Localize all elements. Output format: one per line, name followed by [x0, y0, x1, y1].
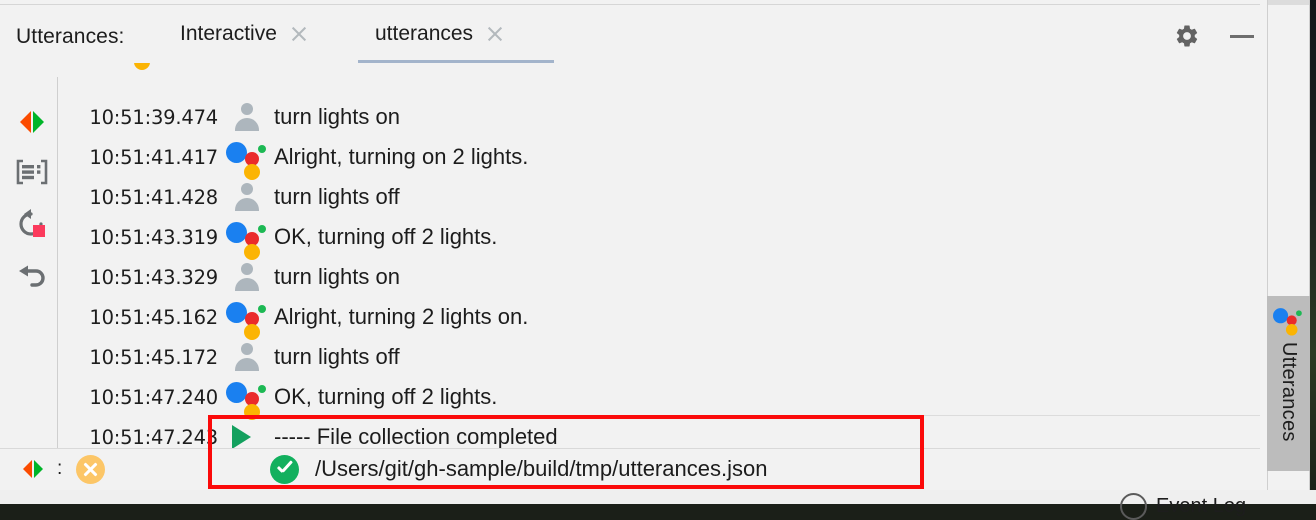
row-timestamp: 10:51:47.243 — [89, 425, 218, 449]
google-assistant-icon — [218, 377, 274, 420]
event-log-label: Event Log — [1156, 495, 1247, 517]
console-output[interactable]: 10:51:39.474 turn lights on 10:51:41.417… — [58, 63, 1260, 448]
gear-icon[interactable] — [1174, 23, 1200, 49]
list-item[interactable]: 10:51:45.162 Alright, turning 2 lights o… — [58, 297, 1260, 340]
stripe-top-edge — [1267, 0, 1310, 5]
row-text: Alright, turning on 2 lights. — [274, 144, 529, 169]
orange-x-circle-icon[interactable] — [76, 455, 105, 484]
minimize-bar — [1230, 35, 1254, 38]
tab-utterances[interactable]: utterances — [375, 5, 504, 63]
row-timestamp: 10:51:45.172 — [89, 345, 218, 369]
person-icon — [218, 97, 274, 137]
row-text: turn lights on — [274, 264, 400, 289]
tab-interactive[interactable]: Interactive — [180, 5, 308, 63]
row-timestamp: 10:51:41.428 — [89, 185, 218, 209]
row-timestamp: 10:51:39.474 — [89, 105, 218, 129]
tab-utterances-label: utterances — [375, 22, 474, 45]
row-text: turn lights on — [274, 104, 400, 129]
rerun-with-stop-icon[interactable] — [11, 203, 53, 245]
list-item[interactable]: 10:51:45.172 turn lights off — [58, 337, 1260, 377]
sidebar-item-label: Utterances — [1278, 342, 1300, 442]
row-timestamp: 10:51:45.162 — [89, 305, 218, 329]
sidebar-item-utterances[interactable]: Utterances — [1267, 296, 1310, 471]
google-assistant-icon — [218, 217, 274, 260]
console-body: 10:51:39.474 turn lights on 10:51:41.417… — [0, 63, 1260, 449]
tool-window-title: Utterances: — [16, 25, 125, 48]
result-file-row[interactable]: /Users/git/gh-sample/build/tmp/utterance… — [270, 449, 767, 489]
close-icon[interactable] — [486, 25, 504, 43]
minimize-icon[interactable] — [1228, 23, 1254, 49]
google-assistant-icon — [218, 137, 274, 180]
close-icon[interactable] — [290, 25, 308, 43]
screen: Utterances: Interactive utterances 10:51… — [0, 0, 1316, 520]
circle-icon — [1120, 493, 1147, 520]
list-item[interactable]: 10:51:41.428 turn lights off — [58, 177, 1260, 217]
row-text: ----- File collection completed — [274, 424, 558, 448]
outer-bottom-strip — [0, 490, 1316, 504]
row-text: OK, turning off 2 lights. — [274, 384, 498, 409]
row-timestamp: 10:51:41.417 — [89, 145, 218, 169]
row-timestamp: 10:51:47.240 — [89, 385, 218, 409]
left-toolbar — [0, 63, 58, 448]
status-separator: : — [57, 458, 63, 479]
undo-arrow-icon[interactable] — [11, 257, 53, 299]
list-item[interactable]: 10:51:39.474 turn lights on — [58, 97, 1260, 137]
row-text: turn lights off — [274, 344, 400, 369]
left-right-arrows-icon[interactable] — [11, 101, 53, 143]
tab-interactive-label: Interactive — [180, 22, 277, 45]
google-assistant-icon — [218, 297, 274, 340]
row-text: Alright, turning 2 lights on. — [274, 304, 529, 329]
row-text: OK, turning off 2 lights. — [274, 224, 498, 249]
left-right-arrows-icon[interactable] — [20, 458, 46, 480]
row-timestamp: 10:51:43.319 — [89, 225, 218, 249]
event-log-button[interactable]: Event Log — [1120, 493, 1246, 520]
person-icon — [218, 257, 274, 297]
list-item[interactable]: 10:51:47.243 ----- File collection compl… — [58, 417, 1260, 448]
console-brackets-icon[interactable] — [11, 151, 53, 193]
list-item[interactable]: 10:51:47.240 OK, turning off 2 lights. — [58, 377, 1260, 420]
list-item[interactable]: 10:51:41.417 Alright, turning on 2 light… — [58, 137, 1260, 180]
check-circle-icon — [270, 454, 299, 484]
row-separator — [208, 415, 1260, 416]
utterances-tool-window: Utterances: Interactive utterances 10:51… — [0, 0, 1267, 504]
person-icon — [218, 177, 274, 217]
row-text: turn lights off — [274, 184, 400, 209]
person-icon — [218, 337, 274, 377]
partial-assistant-dot-icon — [134, 63, 150, 70]
list-item[interactable]: 10:51:43.319 OK, turning off 2 lights. — [58, 217, 1260, 260]
tab-bar: Utterances: Interactive utterances — [0, 4, 1260, 65]
play-triangle-icon — [218, 417, 274, 448]
row-timestamp: 10:51:43.329 — [89, 265, 218, 289]
list-item[interactable]: 10:51:43.329 turn lights on — [58, 257, 1260, 297]
result-file-path: /Users/git/gh-sample/build/tmp/utterance… — [315, 456, 768, 481]
google-assistant-icon — [1273, 306, 1305, 336]
sidebar-item-label-wrap: Utterances — [1267, 342, 1310, 470]
